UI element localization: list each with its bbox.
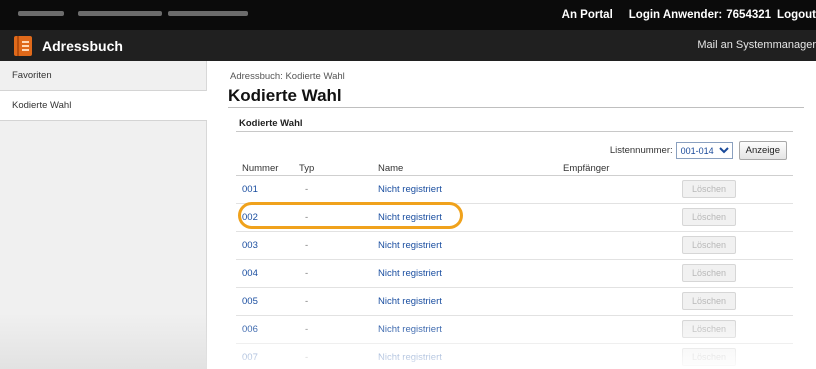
entry-recipient — [557, 203, 676, 232]
column-header-number: Nummer — [236, 163, 293, 176]
entry-name: Nicht registriert — [372, 287, 557, 316]
entry-recipient — [557, 175, 676, 204]
delete-button[interactable]: Löschen — [682, 320, 736, 338]
entry-number-link[interactable]: 006 — [242, 324, 258, 335]
entry-number-link[interactable]: 001 — [242, 184, 258, 195]
sidebar-item-label: Kodierte Wahl — [12, 100, 72, 111]
entry-type: - — [293, 343, 372, 369]
sidebar-item-label: Favoriten — [12, 70, 52, 81]
entry-number-link[interactable]: 004 — [242, 268, 258, 279]
table-header-row: Nummer Typ Name Empfänger — [236, 163, 793, 176]
entry-name: Nicht registriert — [372, 259, 557, 288]
page-title: Kodierte Wahl — [228, 86, 342, 105]
entry-number-link[interactable]: 003 — [242, 240, 258, 251]
delete-button[interactable]: Löschen — [682, 180, 736, 198]
column-header-type: Typ — [293, 163, 372, 176]
entry-number-link[interactable]: 005 — [242, 296, 258, 307]
section-title: Kodierte Wahl — [239, 118, 303, 129]
table-row: 003 - Nicht registriert Löschen — [236, 231, 793, 260]
entry-name: Nicht registriert — [372, 343, 557, 369]
entry-type: - — [293, 287, 372, 316]
entry-recipient — [557, 287, 676, 316]
table-row: 005 - Nicht registriert Löschen — [236, 287, 793, 316]
coded-dial-table: Nummer Typ Name Empfänger 001 - Nicht re… — [236, 163, 793, 369]
entry-name: Nicht registriert — [372, 231, 557, 260]
device-location-text — [168, 11, 248, 16]
delete-button[interactable]: Löschen — [682, 236, 736, 254]
entry-recipient — [557, 259, 676, 288]
show-button[interactable]: Anzeige — [738, 141, 787, 160]
breadcrumb: Adressbuch: Kodierte Wahl — [230, 71, 345, 82]
top-links: An Portal Login Anwender: 7654321 Logout — [549, 0, 816, 30]
entry-name: Nicht registriert — [372, 203, 557, 232]
entry-type: - — [293, 231, 372, 260]
portal-link[interactable]: An Portal — [562, 9, 613, 21]
entry-recipient — [557, 231, 676, 260]
address-book-icon — [14, 36, 32, 56]
delete-button[interactable]: Löschen — [682, 264, 736, 282]
column-header-recipient: Empfänger — [557, 163, 676, 176]
top-bar: An Portal Login Anwender: 7654321 Logout — [0, 0, 816, 30]
sidebar: Favoriten Kodierte Wahl — [0, 61, 207, 369]
app-header: Adressbuch Mail an Systemmanager — [0, 30, 816, 61]
delete-button[interactable]: Löschen — [682, 208, 736, 226]
entry-type: - — [293, 203, 372, 232]
list-number-label: Listennummer: — [609, 145, 673, 156]
delete-button[interactable]: Löschen — [682, 348, 736, 366]
sidebar-item-coded-dial[interactable]: Kodierte Wahl — [0, 91, 207, 121]
app-title: Adressbuch — [42, 38, 123, 54]
sidebar-fade — [0, 313, 207, 369]
device-name-text — [18, 11, 64, 16]
column-header-actions — [676, 163, 793, 176]
entry-type: - — [293, 175, 372, 204]
table-row: 002 - Nicht registriert Löschen — [236, 203, 793, 232]
entry-recipient — [557, 315, 676, 344]
mail-system-manager-link[interactable]: Mail an Systemmanager — [697, 39, 816, 51]
login-user-label: Login Anwender: — [628, 9, 723, 21]
login-user-id: 7654321 — [726, 9, 772, 21]
delete-button[interactable]: Löschen — [682, 292, 736, 310]
table-row: 004 - Nicht registriert Löschen — [236, 259, 793, 288]
list-number-select[interactable]: 001-014 — [675, 142, 733, 159]
main-content: Adressbuch: Kodierte Wahl Kodierte Wahl … — [207, 61, 816, 369]
sidebar-item-favorites[interactable]: Favoriten — [0, 61, 206, 91]
entry-recipient — [557, 343, 676, 369]
title-divider — [228, 107, 804, 108]
entry-number-link[interactable]: 007 — [242, 352, 258, 363]
column-header-name: Name — [372, 163, 557, 176]
section-divider — [236, 131, 793, 132]
entry-number-link[interactable]: 002 — [242, 212, 258, 223]
entry-name: Nicht registriert — [372, 175, 557, 204]
table-row: 006 - Nicht registriert Löschen — [236, 315, 793, 344]
device-info-text — [78, 11, 162, 16]
entry-type: - — [293, 259, 372, 288]
entry-type: - — [293, 315, 372, 344]
table-row: 007 - Nicht registriert Löschen — [236, 343, 793, 369]
entry-name: Nicht registriert — [372, 315, 557, 344]
logout-link[interactable]: Logout — [777, 9, 816, 21]
table-row: 001 - Nicht registriert Löschen — [236, 175, 793, 204]
list-number-row: Listennummer: 001-014 Anzeige — [610, 141, 787, 160]
